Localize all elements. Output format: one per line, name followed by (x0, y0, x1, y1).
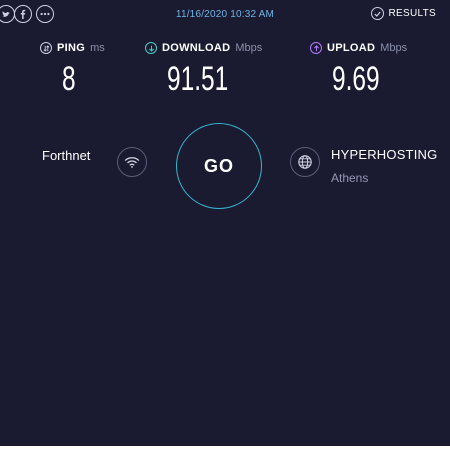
download-unit: Mbps (235, 42, 263, 54)
globe-icon[interactable] (290, 147, 320, 177)
server-location: Athens (331, 171, 369, 185)
ping-value: 8 (62, 60, 76, 98)
ping-unit: ms (90, 42, 105, 54)
top-bar: 11/16/2020 10:32 AM RESULTS (0, 0, 450, 30)
ping-label: PING (57, 42, 86, 54)
upload-metric: UPLOAD Mbps 9.69 (310, 42, 408, 98)
upload-value: 9.69 (332, 60, 380, 98)
download-arrow-icon (145, 42, 157, 54)
results-button[interactable]: RESULTS (370, 7, 436, 20)
upload-arrow-icon (310, 42, 322, 54)
speedtest-screen: 11/16/2020 10:32 AM RESULTS PING ms 8 DO… (0, 0, 450, 446)
ping-icon (40, 42, 52, 54)
results-label: RESULTS (388, 8, 436, 19)
upload-label: UPLOAD (327, 42, 376, 54)
checkmark-icon (370, 7, 384, 20)
upload-unit: Mbps (380, 42, 408, 54)
isp-name: Forthnet (42, 148, 91, 163)
ping-metric: PING ms 8 (40, 42, 105, 98)
download-metric: DOWNLOAD Mbps 91.51 (145, 42, 263, 98)
go-button[interactable]: GO (176, 123, 262, 209)
server-name[interactable]: HYPERHOSTING (331, 147, 437, 162)
download-value: 91.51 (167, 60, 229, 98)
wifi-icon[interactable] (117, 147, 147, 177)
download-label: DOWNLOAD (162, 42, 231, 54)
